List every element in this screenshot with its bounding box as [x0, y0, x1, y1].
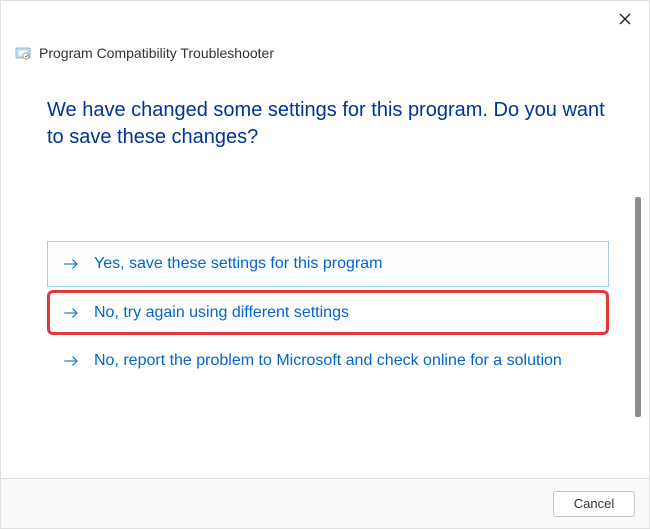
- option-label: Yes, save these settings for this progra…: [94, 253, 382, 275]
- option-label: No, report the problem to Microsoft and …: [94, 350, 562, 372]
- option-label: No, try again using different settings: [94, 302, 349, 324]
- titlebar: [1, 1, 649, 33]
- close-icon: [619, 13, 631, 25]
- option-report-problem[interactable]: No, report the problem to Microsoft and …: [47, 338, 609, 384]
- close-button[interactable]: [611, 7, 639, 31]
- option-try-again[interactable]: No, try again using different settings: [47, 290, 609, 336]
- option-save-settings[interactable]: Yes, save these settings for this progra…: [47, 241, 609, 287]
- arrow-right-icon: [62, 304, 80, 322]
- main-content: We have changed some settings for this p…: [1, 69, 649, 469]
- scrollbar[interactable]: [635, 197, 641, 417]
- wizard-header: Program Compatibility Troubleshooter: [1, 33, 649, 69]
- footer: Cancel: [1, 478, 649, 528]
- options-list: Yes, save these settings for this progra…: [47, 241, 609, 384]
- cancel-button[interactable]: Cancel: [553, 491, 635, 517]
- main-heading: We have changed some settings for this p…: [47, 97, 609, 151]
- troubleshooter-icon: [15, 45, 31, 61]
- arrow-right-icon: [62, 352, 80, 370]
- arrow-right-icon: [62, 255, 80, 273]
- wizard-title: Program Compatibility Troubleshooter: [39, 45, 274, 61]
